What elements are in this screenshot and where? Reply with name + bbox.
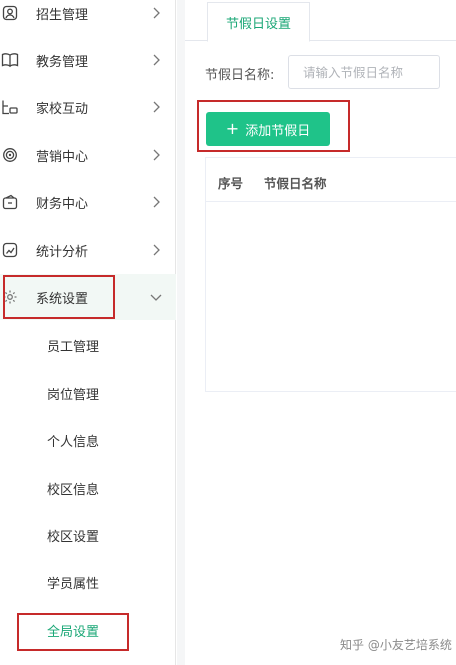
sidebar-subitem-label: 校区设置 xyxy=(47,529,100,545)
sidebar-subitem-label: 员工管理 xyxy=(47,339,100,355)
sidebar-subitem-label: 岗位管理 xyxy=(47,387,100,403)
sidebar-subitem-campus-info[interactable]: 校区信息 xyxy=(0,465,176,511)
sidebar-subitem-staff[interactable]: 员工管理 xyxy=(0,322,176,368)
sidebar-item-label: 家校互动 xyxy=(36,101,89,117)
chevron-right-icon xyxy=(150,196,162,208)
app-root: 招生管理 教务管理 家校互动 营销中心 财务中心 统计分析 系统设置 员工管理 … xyxy=(0,0,456,665)
sidebar-item-label: 财务中心 xyxy=(36,196,89,212)
sidebar-subitem-label: 学员属性 xyxy=(47,576,100,592)
sidebar-item-home-school[interactable]: 家校互动 xyxy=(0,84,176,130)
sidebar-subitem-profile[interactable]: 个人信息 xyxy=(0,417,176,463)
chart-icon xyxy=(0,240,20,260)
highlight-box-add-holiday xyxy=(197,100,350,152)
sidebar-subitem-campus-settings[interactable]: 校区设置 xyxy=(0,512,176,558)
target-icon xyxy=(0,145,20,165)
sidebar: 招生管理 教务管理 家校互动 营销中心 财务中心 统计分析 系统设置 员工管理 … xyxy=(0,0,176,665)
content-panel: 节假日设置 节假日名称: + 添加节假日 序号 节假日名称 xyxy=(185,0,456,665)
column-header-index: 序号 xyxy=(218,176,244,191)
sidebar-item-marketing[interactable]: 营销中心 xyxy=(0,132,176,178)
book-icon xyxy=(0,50,20,70)
holiday-table: 序号 节假日名称 xyxy=(205,157,456,392)
highlight-box-global-settings xyxy=(17,613,129,651)
sidebar-subitem-label: 个人信息 xyxy=(47,434,100,450)
table-header: 序号 节假日名称 xyxy=(206,158,456,202)
chat-icon xyxy=(0,97,20,117)
sidebar-item-academic[interactable]: 教务管理 xyxy=(0,37,176,83)
sidebar-item-enrollment[interactable]: 招生管理 xyxy=(0,0,176,36)
sidebar-item-finance[interactable]: 财务中心 xyxy=(0,179,176,225)
sidebar-item-label: 统计分析 xyxy=(36,244,89,260)
highlight-box-system-settings xyxy=(3,275,115,319)
wallet-icon xyxy=(0,192,20,212)
tab-bar: 节假日设置 xyxy=(185,0,456,42)
sidebar-subitem-positions[interactable]: 岗位管理 xyxy=(0,370,176,416)
holiday-name-label: 节假日名称: xyxy=(205,68,275,83)
chevron-right-icon xyxy=(150,54,162,66)
chevron-down-icon xyxy=(150,291,162,303)
tab-holiday-settings[interactable]: 节假日设置 xyxy=(207,2,310,42)
main-area: 节假日设置 节假日名称: + 添加节假日 序号 节假日名称 xyxy=(177,0,456,665)
sidebar-item-label: 招生管理 xyxy=(36,7,89,23)
holiday-name-input[interactable] xyxy=(288,55,440,89)
column-header-holiday-name: 节假日名称 xyxy=(264,176,327,191)
chevron-right-icon xyxy=(150,244,162,256)
chevron-right-icon xyxy=(150,149,162,161)
sidebar-item-statistics[interactable]: 统计分析 xyxy=(0,227,176,273)
chevron-right-icon xyxy=(150,101,162,113)
sidebar-subitem-label: 校区信息 xyxy=(47,482,100,498)
watermark-text: 知乎 @小友艺培系统 xyxy=(340,638,452,652)
sidebar-subitem-student-attributes[interactable]: 学员属性 xyxy=(0,559,176,605)
chevron-right-icon xyxy=(150,7,162,19)
sidebar-item-label: 营销中心 xyxy=(36,149,89,165)
person-icon xyxy=(0,3,20,23)
sidebar-item-label: 教务管理 xyxy=(36,54,89,70)
